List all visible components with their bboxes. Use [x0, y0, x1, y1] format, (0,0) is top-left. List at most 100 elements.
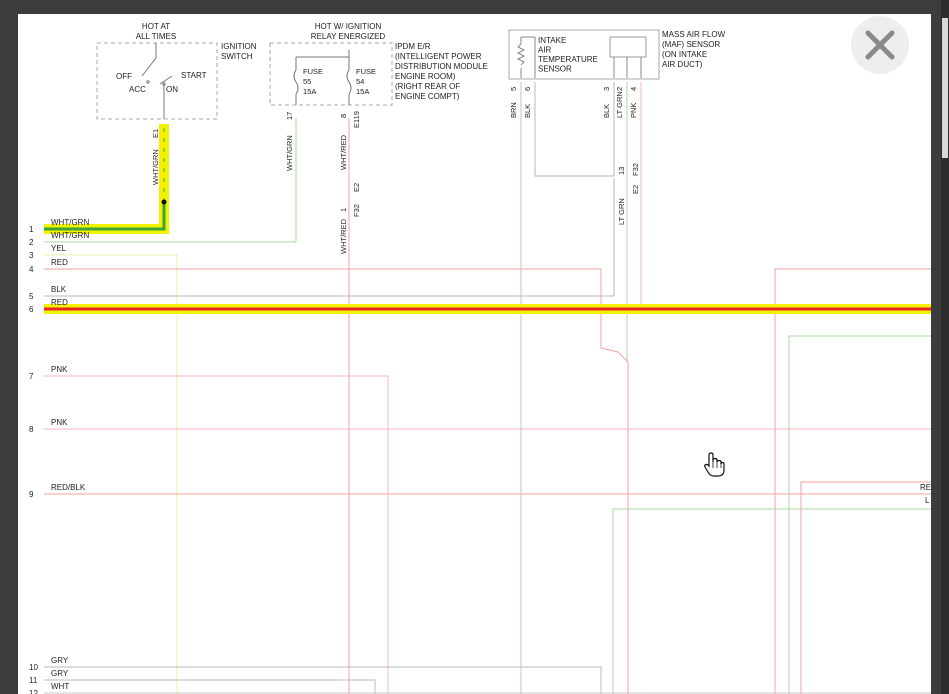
maf-pin-wire: LT GRN [615, 91, 624, 118]
ipdm-pin-a: 17 [285, 112, 294, 120]
row-number: 3 [29, 251, 34, 260]
row-number: 10 [29, 663, 38, 672]
row-wire-label: PNK [51, 365, 68, 374]
maf-label-line: (MAF) SENSOR [662, 40, 720, 49]
wiring-diagram: HOT AT ALL TIMES IGNITION SWITCH OFF ACC… [29, 22, 931, 694]
fuse-b-3: 15A [356, 87, 369, 96]
wire-row-7 [44, 375, 389, 694]
ipdm-pin-b: 8 [339, 114, 348, 118]
fuse-b-2: 54 [356, 77, 364, 86]
maf-element [609, 36, 647, 58]
row-wire-label: WHT/GRN [51, 231, 89, 240]
ipdm-description: IPDM E/R(INTELLIGENT POWERDISTRIBUTION M… [395, 42, 488, 101]
row-labels: 1 WHT/GRN 2 WHT/GRN 3 YEL 4 RED 5 BLK 6 RED 7 PNK 8 PNK… [29, 218, 89, 694]
ignition-switch-box [96, 42, 218, 120]
ipdm-desc-line: ENGINE COMPT) [395, 92, 460, 101]
ipdm-conn-c2: F32 [352, 204, 361, 217]
maf-pin-number: 5 [509, 87, 518, 91]
wiring-diagram-sheet: HOT AT ALL TIMES IGNITION SWITCH OFF ACC… [18, 14, 931, 694]
row-number: 5 [29, 292, 34, 301]
maf-wire-13: LT GRN [617, 198, 626, 225]
ipdm-hot-2: RELAY ENERGIZED [311, 32, 386, 41]
maf-pin-number: 6 [523, 87, 532, 91]
row-number: 2 [29, 238, 34, 247]
switch-name-1: IGNITION [221, 42, 257, 51]
switch-name-2: SWITCH [221, 52, 253, 61]
maf-label-line: (ON INTAKE [662, 50, 707, 59]
row-wire-label: RED/BLK [51, 483, 86, 492]
switch-hot-1: HOT AT [142, 22, 170, 31]
ipdm-desc-line: ENGINE ROOM) [395, 72, 456, 81]
close-button[interactable] [851, 16, 909, 74]
fuse-a-1: FUSE [303, 67, 323, 76]
maf-label-line: AIR DUCT) [662, 60, 703, 69]
wire-row-4 [44, 268, 629, 694]
ipdm-desc-line: IPDM E/R [395, 42, 431, 51]
switch-off: OFF [116, 72, 132, 81]
maf-pin-wire: PNK [629, 103, 638, 118]
wire-right-3 [800, 481, 931, 694]
row-number: 6 [29, 305, 34, 314]
scrollbar[interactable] [941, 0, 949, 694]
switch-acc: ACC [129, 85, 146, 94]
maf-pin-13: 13 [617, 167, 626, 175]
ipdm-desc-line: (INTELLIGENT POWER [395, 52, 482, 61]
highlight-row-6 [44, 304, 931, 314]
iat-label-line: AIR [538, 46, 552, 55]
fuse-b-1: FUSE [356, 67, 376, 76]
switch-wire: WHT/GRN [151, 149, 160, 185]
wire-row-11 [44, 679, 376, 694]
fuse-a-3: 15A [303, 87, 316, 96]
iat-sensor-label: INTAKEAIRTEMPERATURESENSOR [538, 36, 598, 74]
iat-label-line: SENSOR [538, 65, 572, 74]
maf-pin-wire: BLK [602, 104, 611, 118]
row-number: 1 [29, 225, 34, 234]
row-wire-label: PNK [51, 418, 68, 427]
ipdm-desc-line: (RIGHT REAR OF [395, 82, 460, 91]
ipdm-pin-c: 1 [339, 208, 348, 212]
row-wire-label: WHT/GRN [51, 218, 89, 227]
maf-pin-number: 3 [602, 87, 611, 91]
row-number: 7 [29, 372, 34, 381]
maf-conn-e2: E2 [631, 185, 640, 194]
maf-sensor-label: MASS AIR FLOW(MAF) SENSOR(ON INTAKEAIR D… [662, 30, 726, 69]
maf-pin-number: 2 [615, 87, 624, 91]
row-wire-label: BLK [51, 285, 67, 294]
row-wire-label: GRY [51, 656, 69, 665]
maf-conn-f32: F32 [631, 163, 640, 176]
hand-pointer-icon [703, 452, 725, 483]
row-wire-label: WHT [51, 682, 69, 691]
wire-row-5 [44, 178, 615, 297]
iat-label-line: INTAKE [538, 36, 566, 45]
fuse-a-2: 55 [303, 77, 311, 86]
wire-row-3 [44, 254, 178, 694]
ipdm-wire-b: WHT/RED [339, 134, 348, 170]
row-wire-label: RED [51, 258, 68, 267]
edge-text-2: L [925, 496, 930, 505]
switch-conn: E1 [151, 129, 160, 138]
iat-label-line: TEMPERATURE [538, 55, 598, 64]
maf-pin-wire: BLK [523, 104, 532, 118]
wire-right-4 [612, 508, 931, 694]
wire-right-2 [788, 335, 931, 694]
row-number: 12 [29, 689, 38, 694]
maf-pin-number: 4 [629, 87, 638, 91]
maf-pins: 5 BRN 6 BLK 3 BLK 2LT GRN 4 PNK [509, 87, 638, 118]
edge-text-1: RE [920, 483, 931, 492]
viewer-frame: HOT AT ALL TIMES IGNITION SWITCH OFF ACC… [0, 0, 949, 694]
ipdm-hot-1: HOT W/ IGNITION [315, 22, 382, 31]
row-number: 8 [29, 425, 34, 434]
row-number: 11 [29, 676, 38, 685]
scrollbar-thumb[interactable] [942, 18, 948, 158]
switch-start: START [181, 71, 207, 80]
close-icon [865, 30, 895, 60]
wire-blk-iat [534, 82, 614, 177]
row-wire-label: RED [51, 298, 68, 307]
switch-on: ON [166, 85, 178, 94]
ipdm-desc-line: DISTRIBUTION MODULE [395, 62, 488, 71]
switch-contacts [141, 43, 173, 119]
ipdm-conn-c1: E2 [352, 183, 361, 192]
ipdm-wire-c: WHT/RED [339, 218, 348, 254]
row-number: 9 [29, 490, 34, 499]
switch-hot-2: ALL TIMES [136, 32, 176, 41]
